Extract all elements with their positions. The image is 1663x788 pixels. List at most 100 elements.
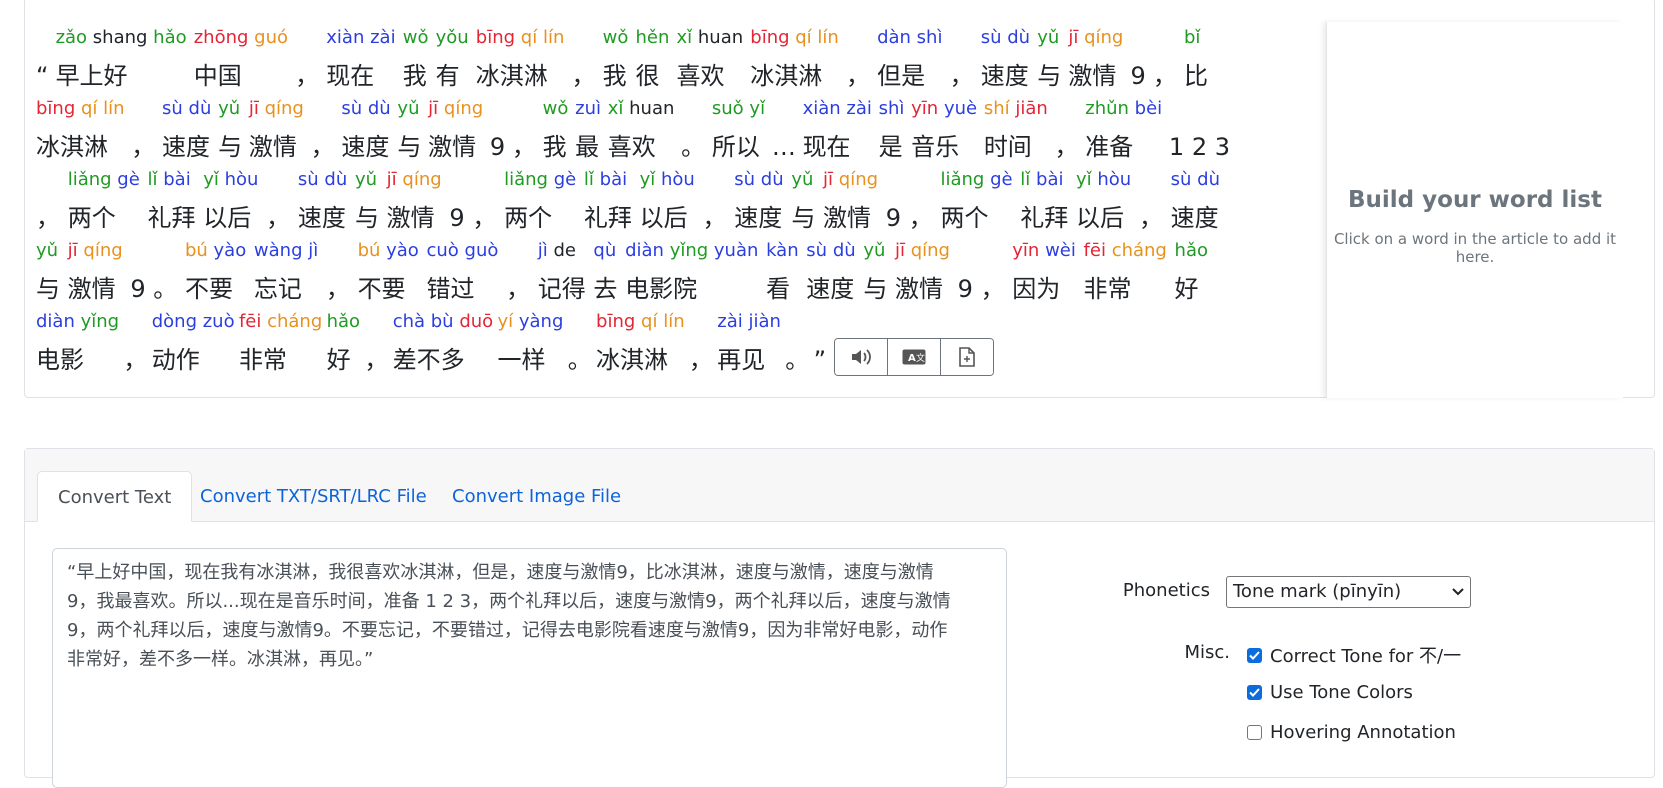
hanzi-text: “ [36, 62, 49, 90]
pinyin-annotation: hǎo [1175, 241, 1208, 261]
pinyin-annotation: yīn yuè [911, 99, 977, 119]
pinyin-annotation: zài jiàn [717, 312, 781, 332]
hanzi-text: 不要 [357, 275, 406, 303]
word-list-title: Build your word list [1348, 187, 1602, 213]
hanzi-text: 现在 [326, 62, 375, 90]
pinyin-syllable: shì [916, 27, 943, 48]
hanzi-text: 去 [593, 275, 618, 303]
pinyin-syllable: xiàn [802, 98, 847, 119]
pinyin-syllable: jī [428, 98, 444, 119]
hanzi-text: 忘记 [253, 275, 302, 303]
pinyin-syllable: dòng [151, 311, 203, 332]
hanzi-text: 看 [766, 275, 791, 303]
hanzi-text: 两个 [940, 204, 989, 232]
pinyin-annotation: yǔ [791, 170, 813, 190]
hanzi-text: 9 [130, 275, 146, 303]
translate-button[interactable]: A文 [888, 339, 942, 375]
pinyin-syllable: qíng [264, 98, 304, 119]
pinyin-syllable: guó [254, 27, 289, 48]
pinyin-syllable: dù [1197, 169, 1221, 190]
article-line: “ zǎo shang hǎo 早上好 zhōng guó 中国 ， xiàn zài 现在 w… [36, 28, 1208, 99]
hanzi-text: 速度 [734, 204, 783, 232]
pinyin-annotation: sù dù [1171, 170, 1220, 190]
hanzi-text: 速度 [980, 62, 1029, 90]
pinyin-syllable: chà [392, 311, 431, 332]
pinyin-syllable: sù [980, 27, 1008, 48]
speak-button[interactable] [835, 339, 889, 375]
pinyin-syllable: xǐ [607, 98, 630, 119]
pinyin-annotation: yǔ [1037, 28, 1059, 48]
tab-convert-image[interactable]: Convert Image File [432, 471, 641, 522]
pinyin-annotation: yǐ hòu [1076, 170, 1131, 190]
hanzi-text: 我 [542, 133, 567, 161]
checkmark-icon [1249, 650, 1260, 660]
pinyin-syllable: yǐng [80, 311, 120, 332]
pinyin-syllable: qí [520, 27, 543, 48]
hanzi-text: 电影 [36, 346, 84, 374]
hanzi-text: 冰淇淋 [750, 62, 823, 90]
pinyin-syllable: sù [806, 240, 833, 261]
tone-colors-checkbox[interactable] [1247, 685, 1262, 700]
hanzi-text: ， [295, 62, 320, 90]
pinyin-syllable: bīng [596, 311, 642, 332]
pinyin-syllable: wǒ [602, 27, 629, 48]
pinyin-syllable: lǐ [583, 169, 600, 190]
pinyin-annotation: suǒ yǐ [712, 99, 765, 119]
pinyin-annotation: kàn [766, 241, 799, 261]
pinyin-syllable: liǎng [67, 169, 118, 190]
pinyin-syllable: lín [542, 27, 565, 48]
hanzi-text: 非常 [1083, 275, 1132, 303]
hanzi-text: ， [980, 275, 1005, 303]
svg-text:A: A [908, 353, 916, 364]
pinyin-syllable: dù [760, 169, 784, 190]
correct-tone-label: Correct Tone for 不/一 [1270, 646, 1462, 667]
pinyin-syllable: zhōng [193, 27, 255, 48]
hanzi-text: 与 [863, 275, 888, 303]
pinyin-syllable: yào [213, 240, 247, 261]
hovering-annotation-checkbox[interactable] [1247, 725, 1262, 740]
pinyin-annotation: xiàn zài [326, 28, 395, 48]
pinyin-annotation: bīng qí lín [750, 28, 839, 48]
pinyin-annotation: yǔ [36, 241, 58, 261]
pinyin-syllable: gè [553, 169, 577, 190]
pinyin-annotation: sù dù [298, 170, 347, 190]
export-button[interactable] [941, 339, 994, 375]
correct-tone-checkbox[interactable] [1247, 647, 1262, 663]
phonetics-selected-value: Tone mark (pīnyīn) [1233, 581, 1402, 602]
pinyin-annotation: jī qíng [1068, 28, 1123, 48]
hanzi-text: 与 [1037, 62, 1062, 90]
correct-tone-option[interactable]: Correct Tone for 不/一 [1247, 642, 1461, 668]
pinyin-annotation: wǒ [403, 28, 429, 48]
tone-colors-option[interactable]: Use Tone Colors [1247, 682, 1413, 703]
pinyin-syllable: qí [795, 27, 818, 48]
hovering-annotation-option[interactable]: Hovering Annotation [1247, 722, 1456, 743]
pinyin-syllable: dù [832, 240, 856, 261]
pinyin-annotation: lǐ bài [584, 170, 627, 190]
pinyin-annotation: cuò guò [427, 241, 499, 261]
pinyin-syllable: huan [697, 27, 744, 48]
hanzi-text: 中国 [193, 62, 242, 90]
hanzi-text: 冰淇淋 [596, 346, 669, 374]
pinyin-syllable: gè [117, 169, 140, 190]
hanzi-text: 9 [885, 204, 902, 232]
pinyin-annotation: qù [593, 241, 616, 261]
pinyin-syllable: dù [1007, 27, 1031, 48]
pinyin-annotation: xiàn zài [803, 99, 872, 119]
pinyin-syllable: yǔ [36, 240, 59, 261]
pinyin-syllable: yàng [518, 311, 564, 332]
hanzi-text: ， [364, 346, 389, 374]
pinyin-syllable: lǐ [147, 169, 164, 190]
tab-convert-text[interactable]: Convert Text [37, 471, 193, 522]
tone-colors-label: Use Tone Colors [1270, 682, 1413, 703]
chinese-text-input[interactable]: “早上好中国，现在我有冰淇淋，我很喜欢冰淇淋，但是，速度与激情9，比冰淇淋，速度… [52, 548, 1007, 788]
tab-convert-file[interactable]: Convert TXT/SRT/LRC File [180, 471, 447, 522]
pinyin-syllable: sù [341, 98, 368, 119]
pinyin-syllable: yǔ [218, 98, 241, 119]
hanzi-text: 因为 [1012, 275, 1061, 303]
pinyin-syllable: zài [717, 311, 749, 332]
pinyin-syllable: yīn [911, 98, 944, 119]
hanzi-text: 速度 [162, 133, 211, 161]
pinyin-annotation: jì de [538, 241, 576, 261]
phonetics-select[interactable]: Tone mark (pīnyīn) [1226, 576, 1471, 608]
pinyin-annotation: wàng jì [254, 241, 318, 261]
